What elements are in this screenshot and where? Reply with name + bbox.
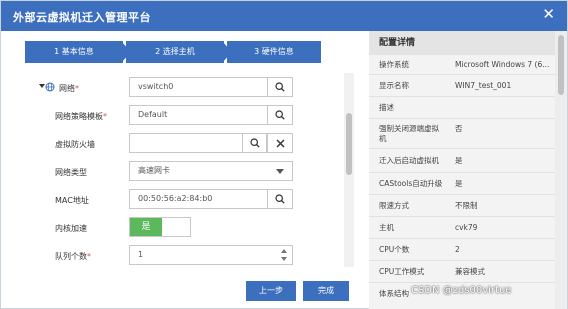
detail-key: 显示名称 (379, 81, 409, 90)
migration-dialog: 外部云虚拟机迁入管理平台 ✕ 1 基本信息 2 选择主机 3 硬件信息 网络* … (0, 0, 568, 309)
detail-row: 显示名称 WIN7_test_001 (369, 75, 555, 97)
network-label: 网络* (59, 84, 79, 93)
detail-row: 主机 cvk79 (369, 217, 555, 239)
detail-value: Microsoft Windows 7 (6... (455, 60, 550, 69)
accel-toggle[interactable]: 是 (129, 217, 191, 237)
step-select-host[interactable]: 2 选择主机 (126, 41, 224, 63)
mac-input[interactable]: 00:50:56:a2:84:b0 (129, 189, 269, 209)
dialog-title: 外部云虚拟机迁入管理平台 (13, 11, 151, 24)
watermark-text: CSDN @zds00virtue (411, 285, 512, 296)
search-icon[interactable] (242, 133, 267, 153)
queue-row: 队列个数* 1 (25, 245, 343, 267)
detail-row: 迁入后启动虚拟机 是 (369, 149, 555, 173)
detail-value: 否 (455, 124, 463, 133)
detail-key: 操作系统 (379, 60, 409, 69)
detail-row: 操作系统 Microsoft Windows 7 (6... (369, 55, 555, 75)
close-icon[interactable]: ✕ (542, 7, 555, 22)
detail-value: cvk79 (455, 223, 478, 232)
config-detail-panel: 配置详情 操作系统 Microsoft Windows 7 (6... 显示名称… (369, 31, 555, 309)
firewall-input[interactable] (129, 133, 243, 153)
panel-scrollbar-thumb[interactable] (558, 35, 564, 95)
network-row: 网络* vswitch0 (25, 77, 343, 101)
search-icon[interactable] (267, 105, 293, 125)
panel-scrollbar[interactable] (555, 31, 567, 309)
network-input[interactable]: vswitch0 (129, 77, 269, 97)
detail-row: CPU个数 2 (369, 239, 555, 261)
form-scrollbar[interactable] (344, 73, 354, 267)
title-bar: 外部云虚拟机迁入管理平台 ✕ (1, 1, 567, 31)
detail-value: 不限制 (455, 201, 478, 210)
hardware-form: 网络* vswitch0 网络策略模板* Default 虚拟防火墙 网络类型 … (25, 73, 343, 267)
mac-row: MAC地址 00:50:56:a2:84:b0 (25, 189, 343, 213)
detail-key: 主机 (379, 223, 394, 232)
globe-icon (45, 82, 55, 95)
search-icon[interactable] (267, 77, 293, 97)
detail-value: 是 (455, 156, 463, 165)
firewall-label: 虚拟防火墙 (55, 140, 95, 149)
wizard-steps: 1 基本信息 2 选择主机 3 硬件信息 (25, 41, 321, 63)
spinner-down-icon[interactable] (281, 257, 287, 261)
spinner-up-icon[interactable] (281, 249, 287, 253)
detail-row: CPU工作模式 兼容模式 (369, 261, 555, 283)
detail-row: 限速方式 不限制 (369, 195, 555, 217)
queue-stepper[interactable]: 1 (129, 245, 293, 265)
detail-row: 描述 (369, 97, 555, 119)
panel-header: 配置详情 (369, 31, 555, 55)
detail-key: 描述 (379, 103, 394, 112)
step-basic-info[interactable]: 1 基本信息 (25, 41, 123, 63)
detail-key: 强制关闭源端虚拟机 (379, 124, 439, 143)
detail-value: 兼容模式 (455, 267, 485, 276)
queue-value: 1 (138, 250, 144, 259)
detail-value: 2 (455, 245, 460, 254)
detail-key: CPU工作模式 (379, 267, 425, 276)
mac-label: MAC地址 (55, 196, 89, 205)
firewall-row: 虚拟防火墙 (25, 133, 343, 157)
detail-key: 限速方式 (379, 201, 409, 210)
detail-row: 强制关闭源端虚拟机 否 (369, 119, 555, 149)
search-icon[interactable] (267, 189, 293, 209)
detail-key: 迁入后启动虚拟机 (379, 156, 439, 165)
policy-label: 网络策略模板* (55, 112, 107, 121)
clear-x-icon[interactable] (267, 133, 293, 153)
detail-value: 是 (455, 179, 463, 188)
finish-button[interactable]: 完成 (303, 281, 349, 301)
policy-row: 网络策略模板* Default (25, 105, 343, 129)
nettype-select[interactable]: 高速网卡 (129, 161, 293, 181)
detail-row: CAStools自动升级 是 (369, 173, 555, 195)
detail-value: WIN7_test_001 (455, 81, 512, 90)
queue-label: 队列个数* (55, 252, 91, 261)
detail-key: CPU个数 (379, 245, 410, 254)
policy-input[interactable]: Default (129, 105, 269, 125)
nettype-label: 网络类型 (55, 168, 87, 177)
nettype-row: 网络类型 高速网卡 (25, 161, 343, 185)
prev-button[interactable]: 上一步 (246, 281, 296, 301)
accel-label: 内核加速 (55, 224, 87, 233)
toggle-on-label: 是 (130, 218, 162, 236)
form-scrollbar-thumb[interactable] (346, 113, 352, 175)
chevron-down-icon (276, 169, 284, 174)
accel-row: 内核加速 是 (25, 217, 343, 241)
detail-key: CAStools自动升级 (379, 179, 443, 188)
step-hardware-info[interactable]: 3 硬件信息 (227, 41, 321, 63)
nettype-value: 高速网卡 (138, 166, 170, 175)
